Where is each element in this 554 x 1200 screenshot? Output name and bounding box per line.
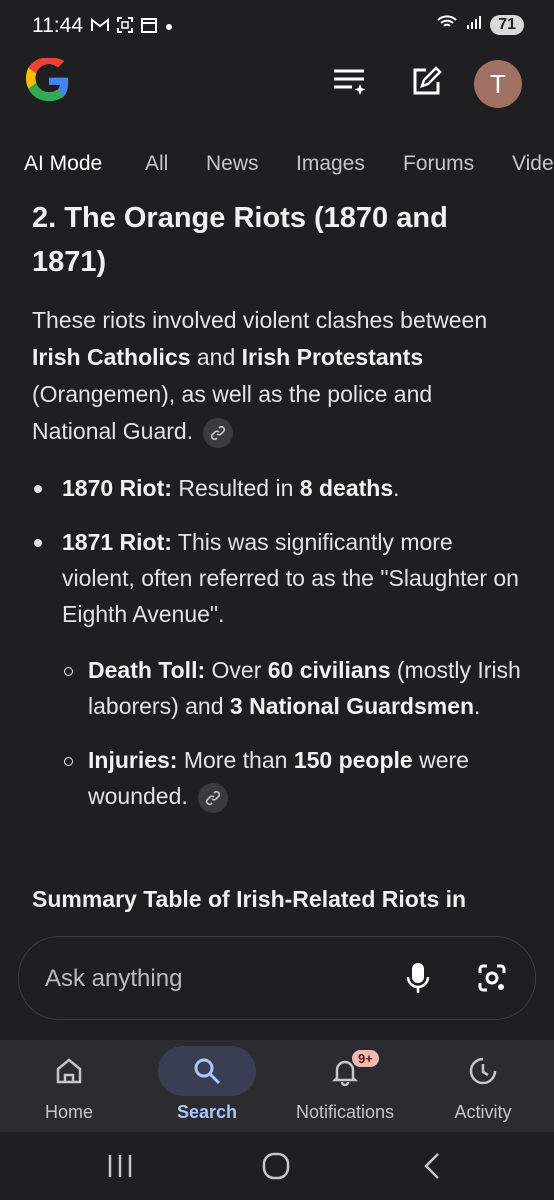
status-time: 11:44	[32, 14, 83, 37]
nav-label: Activity	[454, 1102, 512, 1122]
nav-activity[interactable]: Activity	[414, 1046, 552, 1130]
new-chat-button[interactable]	[406, 62, 446, 102]
bottom-nav: Home Search 9+ Notifications Activity	[0, 1040, 554, 1132]
nav-search[interactable]: Search	[138, 1046, 276, 1130]
item-text: Over	[205, 657, 268, 683]
para-bold: Irish Catholics	[32, 344, 191, 370]
back-icon[interactable]	[412, 1148, 452, 1184]
item-label: Injuries:	[88, 747, 178, 773]
section-heading: 2. The Orange Riots (1870 and 1871)	[32, 202, 448, 278]
riot-list: 1870 Riot: Resulted in 8 deaths. 1871 Ri…	[32, 470, 522, 814]
sub-list-item: Death Toll: Over 60 civilians (mostly Ir…	[62, 652, 522, 724]
screenshot-icon	[116, 16, 134, 39]
battery-level: 71	[490, 14, 524, 35]
item-text: .	[474, 693, 481, 719]
dot-icon	[164, 19, 174, 37]
wifi-icon	[436, 14, 458, 35]
mic-icon[interactable]	[397, 957, 439, 999]
bell-icon: 9+	[296, 1046, 394, 1096]
item-bold: 8 deaths	[299, 475, 394, 501]
item-label: 1871 Riot:	[62, 529, 172, 555]
notification-badge: 9+	[352, 1050, 379, 1067]
lens-camera-icon[interactable]	[471, 957, 513, 999]
item-text: More than	[177, 747, 294, 773]
item-label: Death Toll:	[88, 657, 206, 683]
source-link-icon[interactable]	[203, 417, 234, 448]
nav-home[interactable]: Home	[0, 1046, 138, 1130]
item-label: 1870 Riot:	[62, 475, 172, 501]
system-nav-bar	[0, 1132, 554, 1200]
tab-news[interactable]: News	[206, 152, 259, 176]
tab-videos[interactable]: Vide	[512, 152, 554, 176]
nav-label: Notifications	[295, 1102, 395, 1122]
search-icon	[158, 1046, 256, 1096]
google-logo[interactable]	[26, 57, 72, 104]
mail-icon	[90, 17, 110, 38]
sub-list: Death Toll: Over 60 civilians (mostly Ir…	[32, 652, 522, 814]
nav-label: Search	[176, 1102, 238, 1122]
tab-ai-mode[interactable]: AI Mode	[24, 152, 102, 176]
para-bold: Irish Protestants	[241, 344, 424, 370]
ask-input[interactable]	[43, 961, 377, 997]
sub-list-item: Injuries: More than 150 people were woun…	[62, 742, 522, 814]
tab-all[interactable]: All	[145, 152, 168, 176]
item-bold: 3 National Guardsmen	[229, 693, 475, 719]
nav-label: Home	[44, 1102, 93, 1122]
status-bar: 11:44 71	[0, 0, 554, 52]
source-link-icon[interactable]	[198, 782, 229, 813]
ask-bar	[18, 936, 536, 1020]
para-text: These riots involved violent clashes bet…	[32, 307, 488, 333]
notification-icons	[90, 16, 174, 39]
summary-heading: Summary Table of Irish-Related Riots in	[32, 886, 467, 912]
item-text: .	[393, 475, 400, 501]
nav-notifications[interactable]: 9+ Notifications	[276, 1046, 414, 1130]
signal-icon	[466, 14, 482, 35]
status-right: 71	[436, 14, 524, 35]
item-bold: 150 people	[293, 747, 413, 773]
item-bold: 60 civilians	[267, 657, 391, 683]
activity-icon	[434, 1046, 532, 1096]
list-item: 1870 Riot: Resulted in 8 deaths.	[32, 470, 522, 506]
recents-icon[interactable]	[100, 1148, 140, 1184]
tab-images[interactable]: Images	[296, 152, 365, 176]
ai-history-button[interactable]	[330, 62, 370, 102]
home-button-icon[interactable]	[256, 1148, 296, 1184]
home-icon	[20, 1046, 118, 1096]
calendar-icon	[140, 16, 158, 39]
tab-forums[interactable]: Forums	[403, 152, 474, 176]
ai-response: 2. The Orange Riots (1870 and 1871) Thes…	[32, 196, 522, 832]
intro-paragraph: These riots involved violent clashes bet…	[32, 302, 522, 450]
item-text: Resulted in	[171, 475, 300, 501]
search-tabs: AI Mode All News Images Forums Vide	[0, 146, 554, 186]
avatar[interactable]: T	[474, 60, 522, 108]
list-item: 1871 Riot: This was significantly more v…	[32, 524, 522, 814]
para-text: and	[190, 344, 242, 370]
